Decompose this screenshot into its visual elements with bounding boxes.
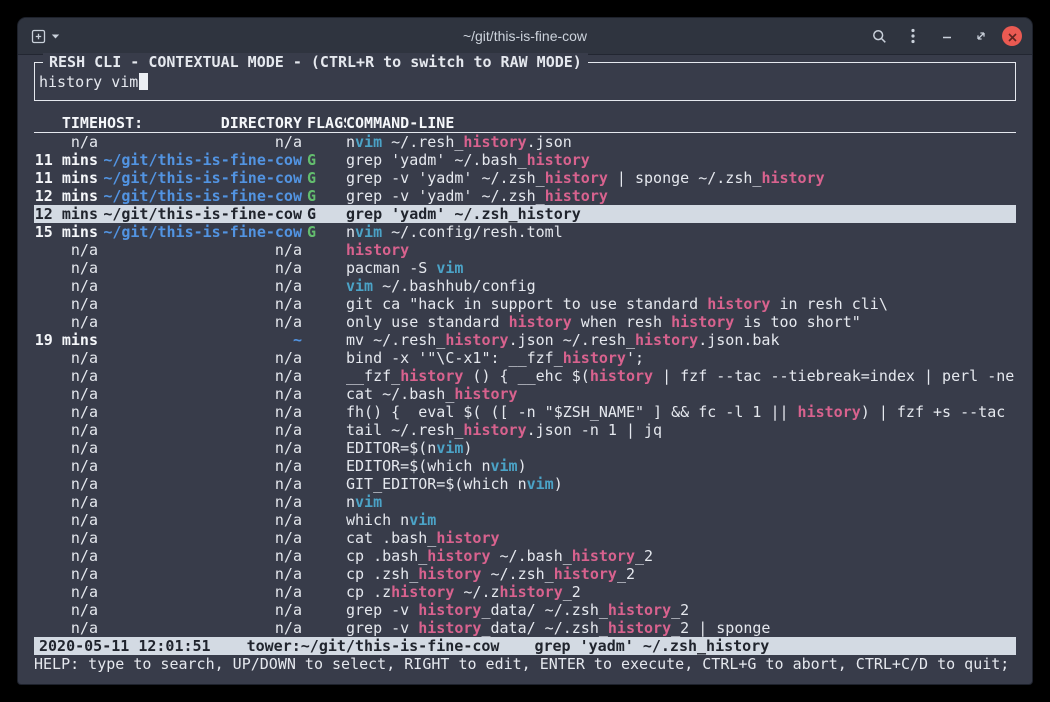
history-row[interactable]: n/an/awhich nvim — [34, 511, 1016, 529]
search-query-text: history vim — [39, 73, 138, 91]
history-row[interactable]: n/an/aonly use standard history when res… — [34, 313, 1016, 331]
search-input[interactable]: history vim — [39, 73, 1011, 91]
history-row[interactable]: 12 mins~/git/this-is-fine-cowGgrep -v 'y… — [34, 187, 1016, 205]
titlebar[interactable]: ~/git/this-is-fine-cow — [18, 18, 1032, 55]
history-row[interactable]: 11 mins~/git/this-is-fine-cowGgrep -v 'y… — [34, 169, 1016, 187]
search-icon — [872, 29, 887, 44]
history-row[interactable]: n/an/apacman -S vim — [34, 259, 1016, 277]
resh-mode-title: RESH CLI - CONTEXTUAL MODE - (CTRL+R to … — [43, 53, 588, 71]
text-cursor — [139, 73, 148, 90]
status-bar: 2020-05-11 12:01:51 tower:~/git/this-is-… — [34, 637, 1016, 655]
close-icon — [1008, 27, 1017, 46]
minimize-button[interactable] — [934, 23, 960, 49]
history-list: n/an/anvim ~/.resh_history.json11 mins~/… — [34, 133, 1016, 637]
header-flags: FLAGS — [302, 114, 346, 132]
history-row[interactable]: n/an/a__fzf_history () { __ehc $(history… — [34, 367, 1016, 385]
help-text: HELP: type to search, UP/DOWN to select,… — [34, 655, 1016, 673]
search-button[interactable] — [866, 23, 892, 49]
history-row[interactable]: 19 mins~mv ~/.resh_history.json ~/.resh_… — [34, 331, 1016, 349]
history-row[interactable]: n/an/atail ~/.resh_history.json -n 1 | j… — [34, 421, 1016, 439]
header-host-directory: HOST: DIRECTORY — [98, 114, 302, 132]
history-row[interactable]: n/an/aEDITOR=$(nvim) — [34, 439, 1016, 457]
chevron-down-icon — [51, 33, 60, 40]
header-host: HOST: — [98, 114, 143, 132]
history-row[interactable]: 15 mins~/git/this-is-fine-cowGnvim ~/.co… — [34, 223, 1016, 241]
restore-icon — [974, 29, 988, 43]
history-row[interactable]: n/an/anvim — [34, 493, 1016, 511]
history-row[interactable]: n/an/acat ~/.bash_history — [34, 385, 1016, 403]
history-row[interactable]: n/an/aEDITOR=$(which nvim) — [34, 457, 1016, 475]
history-row[interactable]: n/an/acp .zhistory ~/.zhistory_2 — [34, 583, 1016, 601]
new-tab-icon — [31, 29, 46, 44]
status-command: grep 'yadm' ~/.zsh_history — [534, 637, 769, 655]
history-row[interactable]: n/an/agit ca "hack in support to use sta… — [34, 295, 1016, 313]
history-row[interactable]: n/an/agrep -v history_data/ ~/.zsh_histo… — [34, 601, 1016, 619]
history-row[interactable]: n/an/acp .zsh_history ~/.zsh_history_2 — [34, 565, 1016, 583]
history-row[interactable]: n/an/agrep -v history_data/ ~/.zsh_histo… — [34, 619, 1016, 637]
history-row[interactable]: n/an/afh() { eval $( ([ -n "$ZSH_NAME" ]… — [34, 403, 1016, 421]
status-host-path: tower:~/git/this-is-fine-cow — [247, 637, 500, 655]
history-row[interactable]: n/an/aGIT_EDITOR=$(which nvim) — [34, 475, 1016, 493]
history-row[interactable]: n/an/anvim ~/.resh_history.json — [34, 133, 1016, 151]
resh-search-box: RESH CLI - CONTEXTUAL MODE - (CTRL+R to … — [34, 62, 1016, 101]
history-row[interactable]: n/an/abind -x '"\C-x1": __fzf_history'; — [34, 349, 1016, 367]
table-header: TIME HOST: DIRECTORY FLAGS COMMAND-LINE — [34, 114, 1016, 133]
header-directory: DIRECTORY — [221, 114, 302, 132]
minimize-icon — [940, 29, 954, 43]
history-row[interactable]: n/an/ahistory — [34, 241, 1016, 259]
history-row[interactable]: n/an/avim ~/.bashhub/config — [34, 277, 1016, 295]
history-row[interactable]: n/an/acat .bash_history — [34, 529, 1016, 547]
history-row[interactable]: 11 mins~/git/this-is-fine-cowGgrep 'yadm… — [34, 151, 1016, 169]
header-command: COMMAND-LINE — [346, 114, 1016, 132]
new-tab-button[interactable] — [28, 23, 63, 49]
restore-button[interactable] — [968, 23, 994, 49]
header-time: TIME — [34, 114, 98, 132]
menu-button[interactable] — [900, 23, 926, 49]
terminal-window: ~/git/this-is-fine-cow — [18, 18, 1032, 684]
kebab-menu-icon — [911, 28, 915, 44]
history-row[interactable]: n/an/acp .bash_history ~/.bash_history_2 — [34, 547, 1016, 565]
status-timestamp: 2020-05-11 12:01:51 — [39, 637, 211, 655]
terminal-content: RESH CLI - CONTEXTUAL MODE - (CTRL+R to … — [18, 62, 1032, 673]
close-button[interactable] — [1002, 26, 1022, 46]
history-row-selected[interactable]: 12 mins~/git/this-is-fine-cowGgrep 'yadm… — [34, 205, 1016, 223]
